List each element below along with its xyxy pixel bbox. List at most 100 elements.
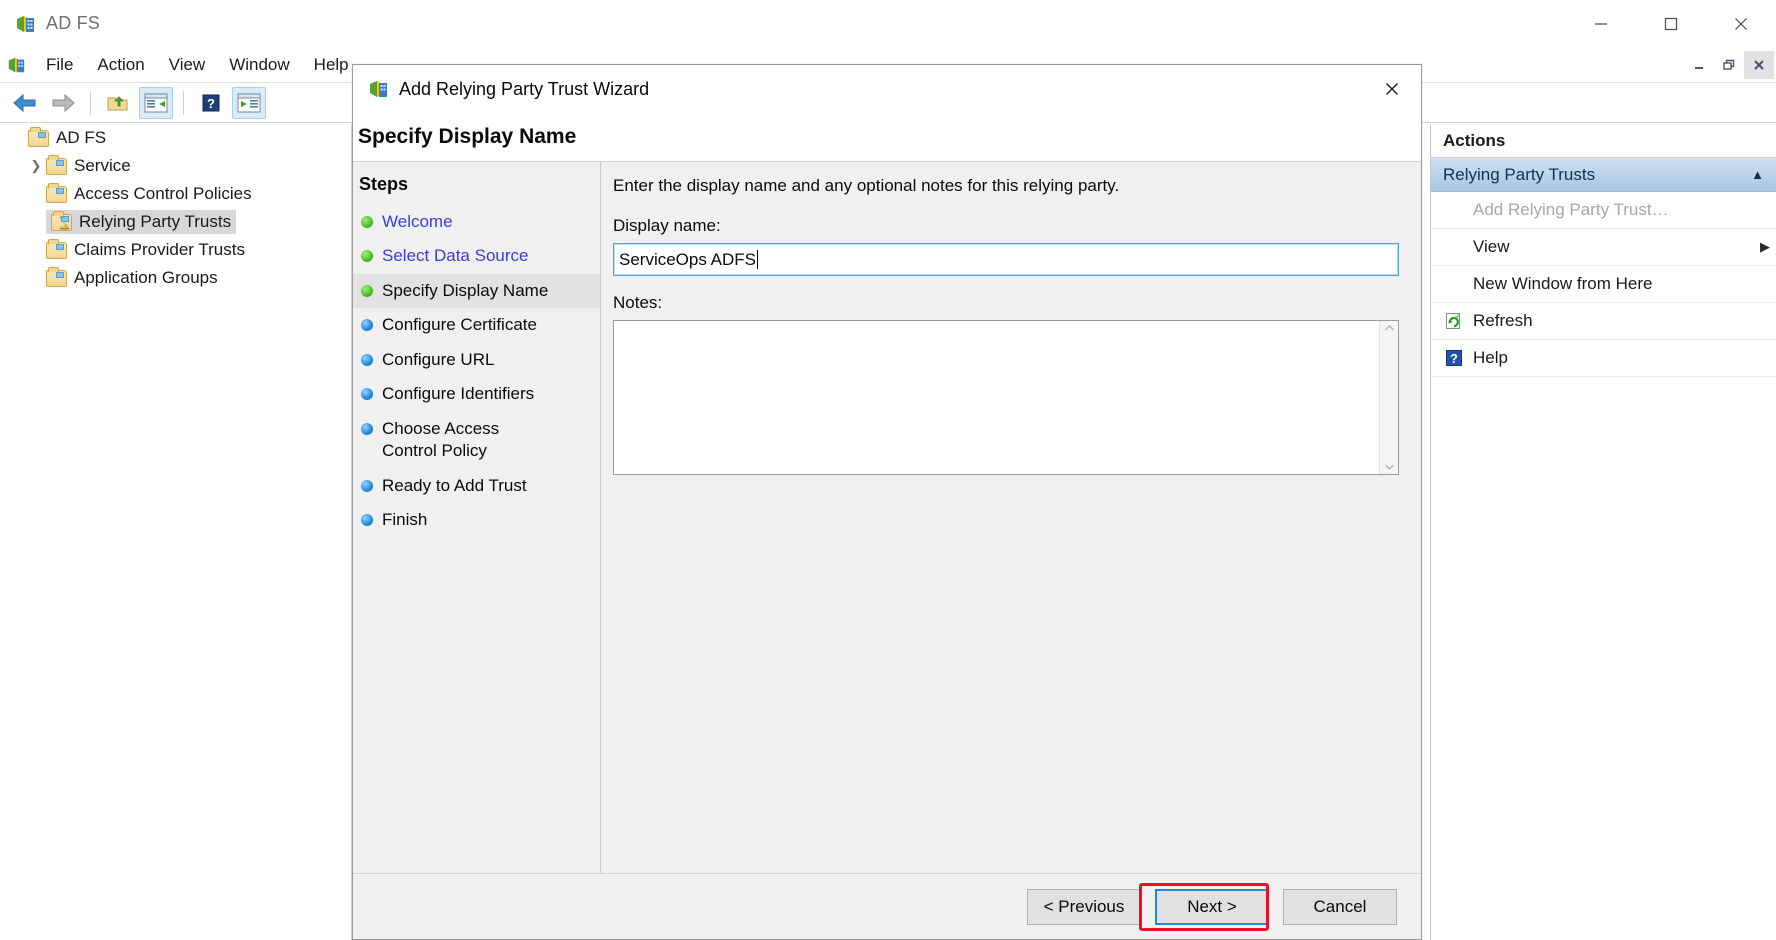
- menu-window[interactable]: Window: [217, 51, 301, 79]
- mdi-close-button[interactable]: [1744, 51, 1774, 79]
- dialog-titlebar: Add Relying Party Trust Wizard: [353, 65, 1421, 113]
- action-label: Help: [1473, 348, 1776, 368]
- action-new-window-from-here[interactable]: New Window from Here: [1431, 266, 1776, 303]
- window-title: AD FS: [46, 13, 100, 34]
- tree-item-claims-provider-trusts[interactable]: Claims Provider Trusts: [0, 236, 351, 264]
- action-refresh[interactable]: Refresh: [1431, 303, 1776, 340]
- action-add-relying-party-trust[interactable]: Add Relying Party Trust…: [1431, 192, 1776, 229]
- action-help[interactable]: ? Help: [1431, 340, 1776, 377]
- show-hide-action-pane-icon[interactable]: [232, 87, 266, 119]
- step-status-icon: [361, 216, 373, 228]
- submenu-arrow-icon: ▶: [1760, 239, 1770, 255]
- step-configure-identifiers[interactable]: Configure Identifiers: [353, 377, 600, 411]
- mdi-restore-button[interactable]: [1714, 51, 1744, 79]
- wizard-steps-pane: Steps Welcome Select Data Source Specify…: [353, 162, 601, 873]
- window-controls: [1566, 0, 1776, 48]
- next-button[interactable]: Next >: [1155, 889, 1269, 925]
- folder-icon: [46, 186, 67, 203]
- add-relying-party-trust-wizard-dialog: Add Relying Party Trust Wizard Specify D…: [352, 64, 1422, 940]
- close-button[interactable]: [1706, 0, 1776, 48]
- text-caret: [757, 250, 758, 269]
- cancel-button[interactable]: Cancel: [1283, 889, 1397, 925]
- step-label: Finish: [382, 509, 427, 531]
- step-label: Ready to Add Trust: [382, 475, 527, 497]
- menu-view[interactable]: View: [157, 51, 218, 79]
- step-status-icon: [361, 250, 373, 262]
- minimize-button[interactable]: [1566, 0, 1636, 48]
- tree-item-label: AD FS: [56, 128, 106, 148]
- step-label: Select Data Source: [382, 245, 528, 267]
- tree-item-ad-fs[interactable]: AD FS: [0, 124, 351, 152]
- tree-item-label: Application Groups: [74, 268, 218, 288]
- step-finish[interactable]: Finish: [353, 503, 600, 537]
- action-label: Refresh: [1473, 311, 1776, 331]
- tree-item-application-groups[interactable]: Application Groups: [0, 264, 351, 292]
- dialog-close-button[interactable]: [1363, 65, 1421, 113]
- folder-icon: [46, 270, 67, 287]
- steps-header: Steps: [353, 170, 600, 205]
- step-status-icon: [361, 319, 373, 331]
- action-view[interactable]: View ▶: [1431, 229, 1776, 266]
- step-select-data-source[interactable]: Select Data Source: [353, 239, 600, 273]
- toolbar-separator: [90, 91, 91, 115]
- tree-item-label: Claims Provider Trusts: [74, 240, 245, 260]
- tree-item-relying-party-trusts[interactable]: ⌛ Relying Party Trusts: [0, 208, 351, 236]
- tree-item-service[interactable]: ❯ Service: [0, 152, 351, 180]
- folder-icon: [28, 130, 49, 147]
- step-status-icon: [361, 285, 373, 297]
- folder-icon: [46, 158, 67, 175]
- adfs-icon: [367, 78, 389, 100]
- mdi-minimize-button[interactable]: [1684, 51, 1714, 79]
- notes-input[interactable]: [614, 321, 1379, 474]
- actions-group-label: Relying Party Trusts: [1443, 165, 1595, 185]
- display-name-input[interactable]: ServiceOps ADFS: [613, 243, 1399, 276]
- dialog-title: Add Relying Party Trust Wizard: [399, 79, 649, 100]
- action-label: Add Relying Party Trust…: [1473, 200, 1776, 220]
- intro-text: Enter the display name and any optional …: [613, 176, 1399, 196]
- adfs-small-icon: [6, 55, 26, 75]
- step-status-icon: [361, 388, 373, 400]
- step-label: Configure Certificate: [382, 314, 537, 336]
- dialog-heading: Specify Display Name: [353, 113, 1421, 161]
- chevron-right-icon[interactable]: ❯: [26, 158, 46, 174]
- display-name-value: ServiceOps ADFS: [619, 250, 756, 270]
- up-folder-icon[interactable]: [101, 87, 135, 119]
- step-welcome[interactable]: Welcome: [353, 205, 600, 239]
- mdi-window-controls: [1684, 50, 1774, 80]
- step-choose-access-control-policy[interactable]: Choose Access Control Policy: [353, 412, 600, 469]
- adfs-icon: [14, 13, 36, 35]
- step-ready-to-add-trust[interactable]: Ready to Add Trust: [353, 469, 600, 503]
- back-arrow-icon[interactable]: [8, 87, 42, 119]
- step-label: Welcome: [382, 211, 453, 233]
- scroll-up-arrow-icon[interactable]: [1384, 324, 1395, 333]
- scroll-down-arrow-icon[interactable]: [1384, 462, 1395, 471]
- display-name-label: Display name:: [613, 216, 1399, 236]
- step-configure-url[interactable]: Configure URL: [353, 343, 600, 377]
- maximize-button[interactable]: [1636, 0, 1706, 48]
- step-specify-display-name[interactable]: Specify Display Name: [353, 274, 600, 308]
- notes-textarea-wrapper: [613, 320, 1399, 475]
- help-icon[interactable]: ?: [194, 87, 228, 119]
- menu-action[interactable]: Action: [85, 51, 156, 79]
- show-hide-tree-icon[interactable]: [139, 87, 173, 119]
- help-icon: ?: [1441, 348, 1467, 368]
- actions-group-header[interactable]: Relying Party Trusts ▲: [1431, 158, 1776, 192]
- tree-item-access-control-policies[interactable]: Access Control Policies: [0, 180, 351, 208]
- adfs-management-window: AD FS File Acti: [0, 0, 1776, 940]
- action-label: View: [1473, 237, 1760, 257]
- refresh-icon: [1441, 311, 1467, 331]
- menu-file[interactable]: File: [34, 51, 85, 79]
- notes-scrollbar[interactable]: [1379, 321, 1398, 474]
- actions-pane-title: Actions: [1431, 124, 1776, 158]
- chevron-up-icon[interactable]: ▲: [1751, 167, 1764, 182]
- step-label: Specify Display Name: [382, 280, 548, 302]
- step-status-icon: [361, 514, 373, 526]
- folder-busy-icon: ⌛: [51, 214, 72, 231]
- notes-label: Notes:: [613, 293, 1399, 313]
- previous-button[interactable]: < Previous: [1027, 889, 1141, 925]
- step-label: Choose Access Control Policy: [382, 418, 557, 463]
- step-configure-certificate[interactable]: Configure Certificate: [353, 308, 600, 342]
- forward-arrow-icon[interactable]: [46, 87, 80, 119]
- folder-icon: [46, 242, 67, 259]
- step-label: Configure URL: [382, 349, 494, 371]
